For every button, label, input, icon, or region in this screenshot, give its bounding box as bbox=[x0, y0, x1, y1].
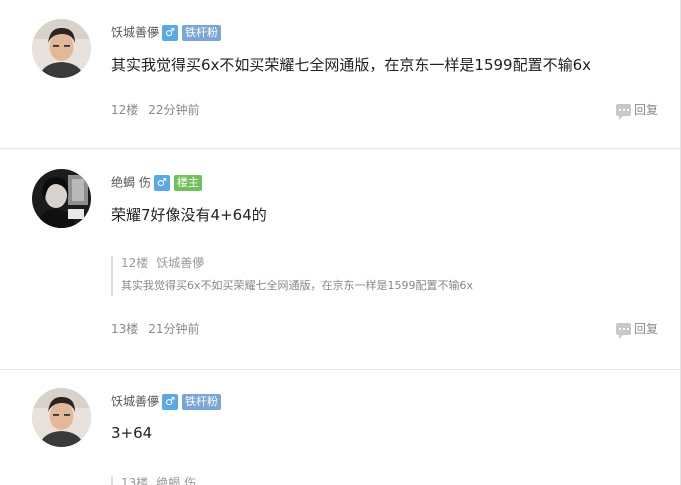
comment-meta: 绝蝎 伤 ♂ 楼主 bbox=[111, 173, 202, 191]
reply-label: 回复 bbox=[633, 322, 658, 336]
comment-footer: 12楼 22分钟前 bbox=[111, 102, 200, 118]
reply-label: 回复 bbox=[633, 103, 658, 117]
avatar[interactable] bbox=[32, 169, 91, 228]
username[interactable]: 饫城善儚 bbox=[111, 395, 159, 409]
comment-item: 饫城善儚 ♂ 铁杆粉 3+64 13楼 绝蝎 伤 bbox=[0, 370, 680, 485]
fan-level-badge: 铁杆粉 bbox=[182, 393, 222, 410]
quote-text: 其实我觉得买6x不如买荣耀七全网通版，在京东一样是1599配置不输6x bbox=[121, 279, 474, 292]
male-symbol-icon: ♂ bbox=[153, 174, 170, 191]
comment-item: 饫城善儚 ♂ 铁杆粉 其实我觉得买6x不如买荣耀七全网通版，在京东一样是1599配置… bbox=[0, 0, 680, 149]
floor-number: 12楼 bbox=[111, 103, 139, 117]
quote-header: 12楼 饫城善儚 bbox=[121, 256, 671, 270]
speech-bubble-icon bbox=[615, 104, 631, 120]
speech-bubble-icon bbox=[615, 323, 631, 339]
avatar[interactable] bbox=[32, 19, 91, 78]
avatar[interactable] bbox=[32, 388, 91, 447]
comment-list: 饫城善儚 ♂ 铁杆粉 其实我觉得买6x不如买荣耀七全网通版，在京东一样是1599配置… bbox=[0, 0, 681, 485]
reply-button[interactable]: 回复 bbox=[615, 321, 658, 339]
fan-level-badge: 铁杆粉 bbox=[182, 24, 222, 41]
floor-number: 13楼 bbox=[111, 322, 139, 336]
comment-text: 荣耀7好像没有4+64的 bbox=[111, 206, 267, 224]
username[interactable]: 饫城善儚 bbox=[111, 26, 159, 40]
reply-button[interactable]: 回复 bbox=[615, 102, 658, 120]
thread-owner-badge: 楼主 bbox=[173, 174, 202, 191]
comment-item: 绝蝎 伤 ♂ 楼主 荣耀7好像没有4+64的 12楼 饫城善儚 其实我觉得买6x不如买… bbox=[0, 149, 680, 370]
comment-text: 3+64 bbox=[111, 424, 153, 442]
comment-text: 其实我觉得买6x不如买荣耀七全网通版，在京东一样是1599配置不输6x bbox=[111, 56, 592, 74]
male-symbol-icon: ♂ bbox=[162, 393, 179, 410]
post-time: 22分钟前 bbox=[148, 103, 200, 117]
quote-username[interactable]: 绝蝎 伤 bbox=[156, 476, 196, 485]
comment-meta: 饫城善儚 ♂ 铁杆粉 bbox=[111, 392, 222, 410]
quoted-comment: 12楼 饫城善儚 其实我觉得买6x不如买荣耀七全网通版，在京东一样是1599配置不… bbox=[111, 256, 671, 296]
post-time: 21分钟前 bbox=[148, 322, 200, 336]
quote-username[interactable]: 饫城善儚 bbox=[156, 256, 204, 270]
comment-footer: 13楼 21分钟前 bbox=[111, 321, 200, 337]
comment-meta: 饫城善儚 ♂ 铁杆粉 bbox=[111, 23, 222, 41]
quote-floor: 12楼 bbox=[121, 256, 149, 270]
username[interactable]: 绝蝎 伤 bbox=[111, 176, 151, 190]
quoted-comment: 13楼 绝蝎 伤 bbox=[111, 476, 196, 485]
male-symbol-icon: ♂ bbox=[162, 24, 179, 41]
quote-floor: 13楼 bbox=[121, 476, 149, 485]
